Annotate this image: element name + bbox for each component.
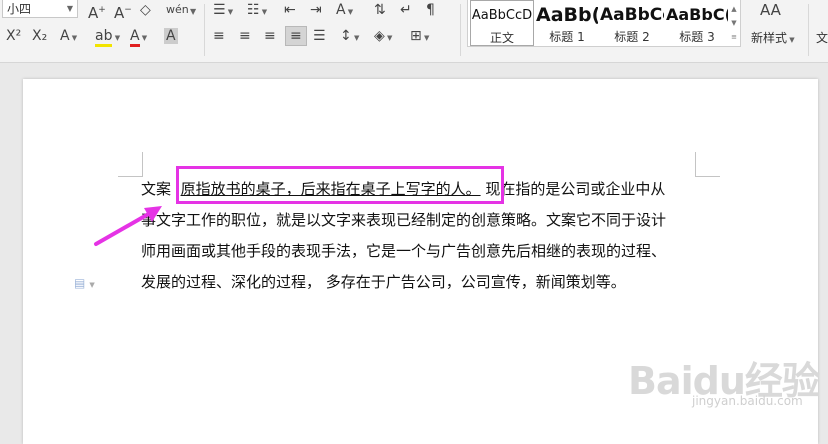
justify-icon[interactable]: ≡ (285, 26, 307, 46)
toolbar-divider (808, 4, 809, 56)
paragraph-line: 事文字工作的职位，就是以文字来表现已经制定的创意策略。文案它不同于设计 (141, 211, 667, 229)
text-run: 现在指的是公司或企业中从 (485, 180, 666, 198)
chevron-down-icon[interactable]: ▼ (190, 4, 196, 20)
font-color-label: A (130, 28, 140, 47)
numbered-list-icon[interactable]: ☷ ▼ (247, 2, 267, 20)
new-style-icon[interactable]: AA (760, 2, 781, 18)
superscript-label: X² (6, 28, 22, 44)
bullet-list-icon[interactable]: ☰ ▼ (213, 2, 233, 20)
chevron-down-icon[interactable]: ▼ (729, 16, 739, 30)
style-preview: AaBbCcD (471, 8, 533, 23)
new-style-button[interactable]: 新样式 ▼ (751, 30, 795, 48)
paragraph-mark-icon[interactable]: ¶ (426, 2, 435, 18)
highlight-label: ab (95, 28, 113, 47)
paragraph-layout-icon[interactable]: ▤ ▼ (74, 276, 95, 290)
style-preview: AaBb( (536, 4, 598, 26)
align-center-icon[interactable]: ≡ (239, 28, 251, 44)
distributed-icon[interactable]: ☰ (313, 28, 326, 44)
highlight-button[interactable]: ab ▼ (95, 28, 120, 47)
new-style-label: 新样式 (751, 31, 788, 45)
style-label: 正文 (489, 31, 514, 45)
style-heading-1[interactable]: AaBb( 标题 1 (536, 0, 598, 46)
grow-font-button[interactable]: A+ (88, 2, 106, 21)
styles-gallery: AaBbCcD 正文 AaBb( 标题 1 AaBbCc 标题 2 AaBbC(… (467, 0, 741, 47)
baidu-watermark: Baidu经验 jingyan.baidu.com (628, 350, 820, 408)
style-label: 标题 3 (679, 30, 715, 44)
style-preview: AaBbC( (666, 5, 728, 24)
text-effect-label: A (60, 28, 70, 44)
paragraph-line: 发展的过程、深化的过程， 多存在于广告公司，公司宣传，新闻策划等。 (141, 273, 626, 291)
char-shading-label: A (164, 28, 178, 44)
style-heading-2[interactable]: AaBbCc 标题 2 (600, 0, 664, 46)
shrink-font-button[interactable]: A− (114, 2, 132, 21)
align-right-icon[interactable]: ≡ (264, 28, 276, 44)
sort-icon[interactable]: ⇅ (374, 2, 386, 18)
style-preview: AaBbCc (600, 5, 664, 25)
line-spacing-icon[interactable]: ↕ ▼ (340, 28, 359, 46)
shading-icon[interactable]: ◈ ▼ (374, 28, 392, 46)
watermark-url: jingyan.baidu.com (692, 394, 803, 408)
chinese-layout-icon[interactable]: A ▼ (336, 2, 353, 20)
subscript-button[interactable]: X₂ (32, 28, 47, 44)
phonetic-label: wén (166, 3, 189, 16)
paragraph-line: 师用画面或其他手段的表现手法，它是一个与广告创意先后相继的表现的过程、 (141, 242, 667, 260)
phonetic-guide-button[interactable]: wén (166, 2, 189, 18)
style-label: 标题 1 (549, 30, 585, 44)
font-color-button[interactable]: A ▼ (130, 28, 147, 47)
style-heading-3[interactable]: AaBbC( 标题 3 (666, 0, 728, 46)
text-tools-button[interactable]: 文 (816, 30, 828, 46)
annotation-arrow-icon (94, 206, 162, 246)
highlight-annotation-box (176, 166, 504, 204)
new-style-glyph: AA (760, 1, 781, 19)
style-normal[interactable]: AaBbCcD 正文 (470, 0, 534, 46)
text-effect-button[interactable]: A ▼ (60, 28, 77, 46)
chevron-down-icon: ▼ (66, 4, 73, 13)
font-size-value: 小四 (7, 2, 32, 16)
toolbar-divider (204, 4, 205, 56)
align-left-icon[interactable]: ≡ (213, 28, 225, 44)
border-icon[interactable]: ⊞ ▼ (410, 28, 429, 46)
chevron-up-icon[interactable]: ▲ (729, 2, 739, 16)
eraser-icon[interactable]: ◇ (140, 2, 151, 18)
styles-scroll[interactable]: ▲ ▼ ≡ (729, 2, 739, 44)
text-tools-label: 文 (816, 31, 828, 45)
style-label: 标题 2 (614, 30, 650, 44)
subscript-label: X₂ (32, 28, 48, 44)
char-shading-button[interactable]: A (164, 28, 178, 44)
toolbar-divider (460, 4, 461, 56)
ribbon-toolbar: 小四 ▼ A+ A− ◇ wén ▼ X² X₂ A ▼ ab ▼ A ▼ A … (0, 0, 828, 63)
increase-indent-icon[interactable]: ⇥ (310, 2, 322, 18)
show-marks-icon[interactable]: ↵ (400, 2, 412, 18)
expand-icon[interactable]: ≡ (729, 30, 739, 44)
superscript-button[interactable]: X² (6, 28, 21, 44)
decrease-indent-icon[interactable]: ⇤ (284, 2, 296, 18)
margin-corner-top-left (118, 152, 143, 177)
font-size-select[interactable]: 小四 ▼ (2, 0, 78, 18)
text-run: 文案 (141, 180, 172, 198)
